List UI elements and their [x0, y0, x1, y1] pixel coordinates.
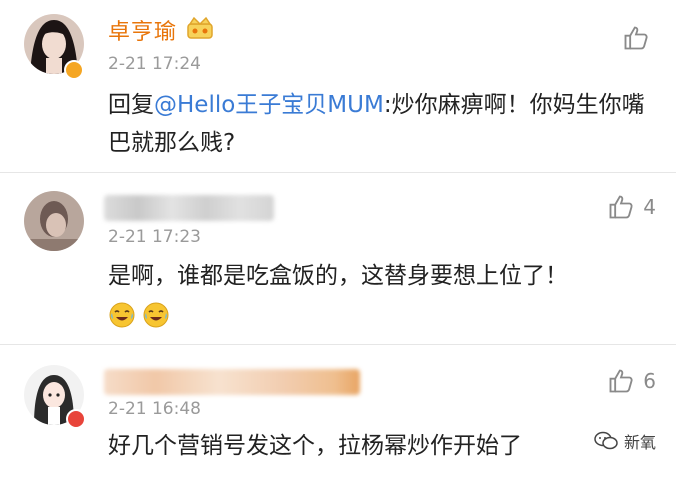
comment-item: 2-21 16:48 好几个营销号发这个，拉杨幂炒作开始了 6	[0, 344, 676, 478]
laughing-crying-emoji-icon	[109, 302, 135, 328]
comment-time: 2-21 17:24	[108, 54, 201, 74]
laughing-crying-emoji-icon	[143, 302, 169, 328]
thumbs-up-icon	[609, 369, 633, 393]
like-count: 4	[643, 195, 656, 219]
comment-text: 好几个营销号发这个，拉杨幂炒作开始了	[108, 433, 522, 459]
watermark-label: 新氧	[623, 433, 656, 452]
like-button[interactable]	[622, 24, 650, 52]
like-button[interactable]: 4	[607, 193, 656, 221]
comment-item: 卓亨瑜 2-21 17:24 回复@Hello王子宝贝MUM:炒你麻痹啊！你妈生…	[0, 0, 676, 170]
watermark: 新氧	[594, 429, 656, 453]
like-button[interactable]: 6	[607, 367, 656, 395]
blurred-username[interactable]	[104, 195, 274, 221]
wechat-logo-icon	[594, 431, 618, 450]
comment-time: 2-21 17:23	[108, 227, 201, 247]
blurred-username[interactable]	[104, 369, 360, 395]
comment-time: 2-21 16:48	[108, 399, 201, 419]
mention-link[interactable]: @Hello王子宝贝MUM	[154, 92, 384, 118]
comment-text: 是啊，谁都是吃盒饭的，这替身要想上位了！	[108, 263, 568, 289]
avatar[interactable]	[24, 191, 84, 251]
verified-badge-icon	[64, 60, 84, 80]
comment-text: 回复@Hello王子宝贝MUM:炒你麻痹啊！你妈生你嘴巴就那么贱?	[108, 86, 648, 162]
thumbs-up-icon	[624, 26, 648, 50]
reply-prefix: 回复	[108, 92, 154, 118]
emoji-row	[108, 301, 170, 329]
crown-icon	[186, 16, 214, 40]
thumbs-up-icon	[609, 195, 633, 219]
username[interactable]: 卓亨瑜	[108, 14, 177, 46]
comment-item: 2-21 17:23 是啊，谁都是吃盒饭的，这替身要想上位了！ 4	[0, 172, 676, 343]
verified-badge-icon	[66, 409, 86, 429]
like-count: 6	[643, 369, 656, 393]
